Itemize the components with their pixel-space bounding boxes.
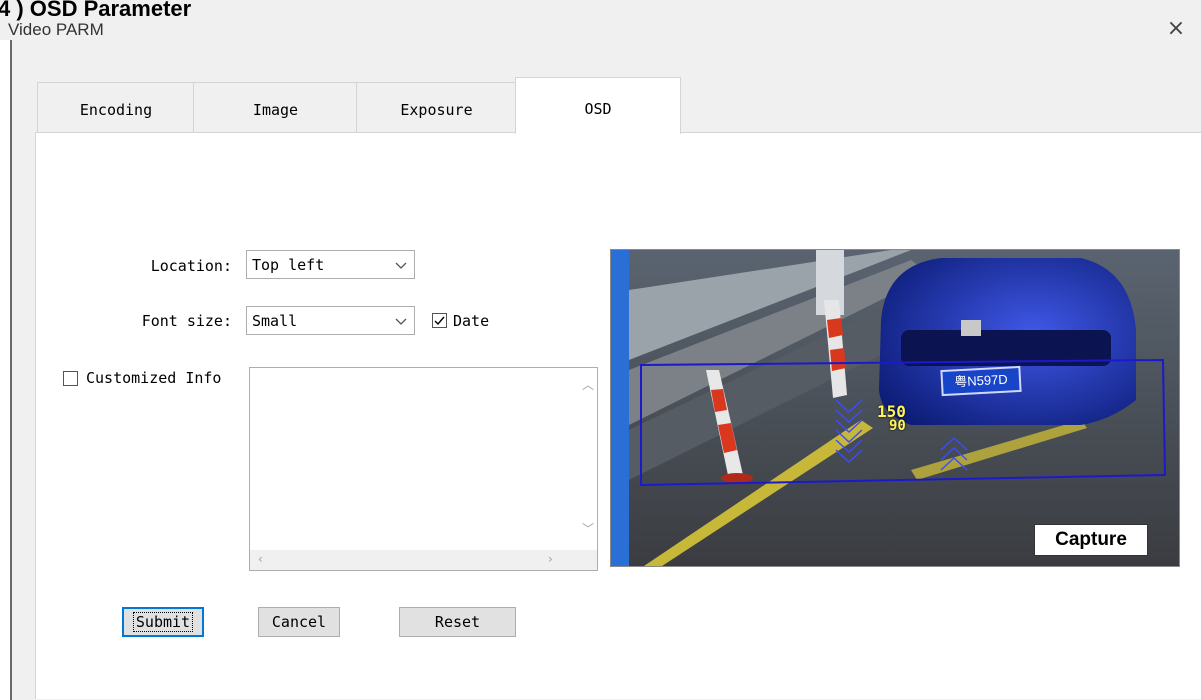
customized-info-textarea[interactable]: ︿ ﹀ ‹ ›: [249, 367, 598, 571]
tab-exposure[interactable]: Exposure: [356, 82, 517, 133]
submit-label: Submit: [132, 612, 194, 632]
location-label: Location:: [150, 257, 232, 275]
scroll-left-icon[interactable]: ‹: [258, 552, 263, 566]
font-size-label: Font size:: [141, 312, 232, 330]
submit-button[interactable]: Submit: [122, 607, 204, 637]
checkmark-icon: [434, 316, 445, 326]
customized-info-checkbox[interactable]: [63, 371, 78, 386]
chevron-down-icon: [395, 262, 407, 269]
background-window-edge: [0, 40, 12, 700]
scroll-up-icon[interactable]: ︿: [582, 376, 594, 393]
chevron-down-icon: [395, 318, 407, 325]
reset-button[interactable]: Reset: [399, 607, 516, 637]
tab-encoding[interactable]: Encoding: [37, 82, 195, 133]
date-label: Date: [453, 312, 490, 330]
license-plate: 粤N597D: [940, 365, 1022, 397]
cancel-button[interactable]: Cancel: [258, 607, 340, 637]
scroll-down-icon[interactable]: ﹀: [582, 520, 594, 537]
close-button[interactable]: ×: [1163, 16, 1189, 42]
location-select[interactable]: Top left: [246, 250, 415, 279]
osd-speed-bottom: 90: [889, 418, 906, 434]
tab-osd[interactable]: OSD: [515, 77, 681, 134]
camera-preview[interactable]: 粤N597D 150 90 Capture: [610, 249, 1180, 567]
horizontal-scrollbar[interactable]: ‹ ›: [250, 550, 597, 570]
location-value: Top left: [252, 256, 325, 274]
customized-info-label: Customized Info: [86, 369, 222, 387]
font-size-value: Small: [252, 312, 298, 330]
date-checkbox[interactable]: [432, 313, 447, 328]
scroll-right-icon[interactable]: ›: [548, 552, 553, 566]
document-heading: 4 ) OSD Parameter: [0, 0, 192, 21]
dialog-title: Video PARM: [8, 20, 104, 39]
capture-button[interactable]: Capture: [1034, 524, 1148, 556]
font-size-select[interactable]: Small: [246, 306, 415, 335]
tab-image[interactable]: Image: [193, 82, 358, 133]
vertical-scrollbar[interactable]: ︿ ﹀: [579, 368, 597, 553]
